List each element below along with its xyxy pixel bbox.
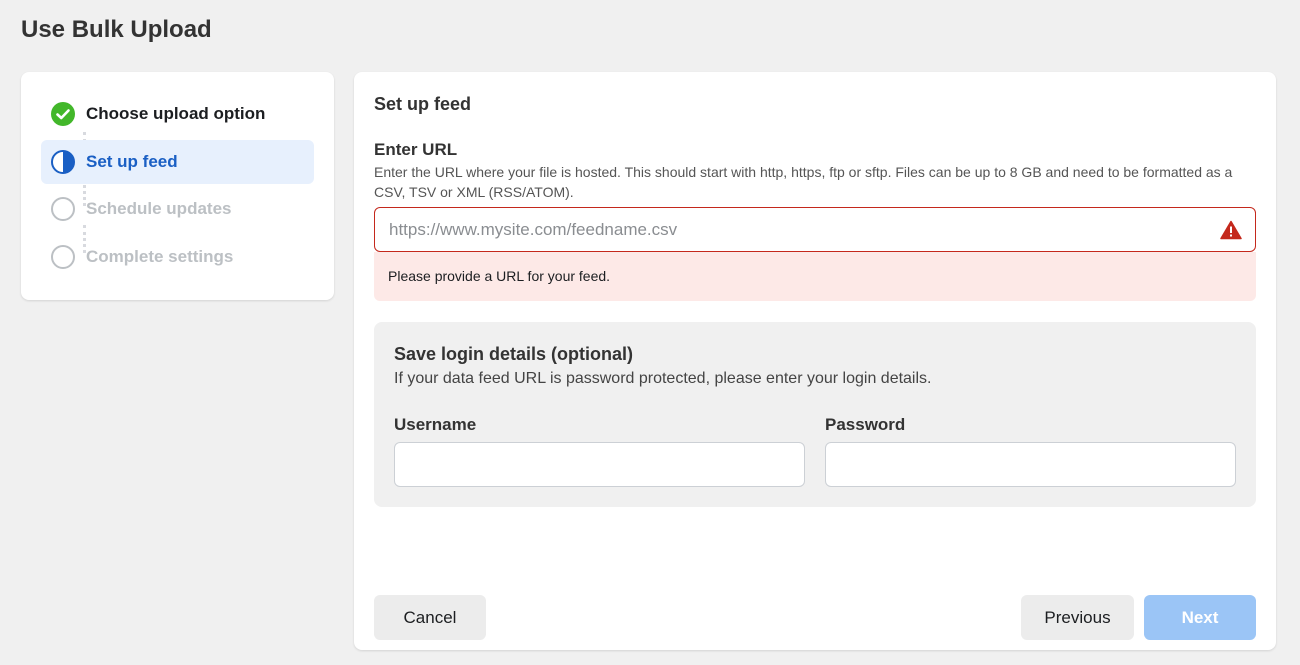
login-description: If your data feed URL is password protec… xyxy=(394,370,932,387)
page-title: Use Bulk Upload xyxy=(21,16,212,43)
step-complete-settings[interactable]: Complete settings xyxy=(41,235,314,279)
password-label: Password xyxy=(825,415,906,434)
url-help-text: Enter the URL where your file is hosted.… xyxy=(374,164,1233,200)
next-button[interactable]: Next xyxy=(1144,595,1256,640)
login-title: Save login details (optional) xyxy=(394,344,634,364)
check-circle-icon xyxy=(51,102,75,126)
username-input[interactable] xyxy=(394,442,805,487)
stepper-card: Choose upload option Set up feed Schedul… xyxy=(21,72,334,300)
section-title: Set up feed xyxy=(374,94,472,114)
empty-circle-icon xyxy=(51,245,75,269)
step-schedule-updates[interactable]: Schedule updates xyxy=(41,187,314,231)
url-error-message: Please provide a URL for your feed. xyxy=(374,252,1256,301)
url-field xyxy=(374,207,1256,252)
half-circle-icon xyxy=(51,150,75,174)
step-label: Set up feed xyxy=(86,152,178,171)
login-details-panel: Save login details (optional) If your da… xyxy=(374,322,1256,507)
cancel-button[interactable]: Cancel xyxy=(374,595,486,640)
step-label: Complete settings xyxy=(86,247,234,266)
warning-triangle-icon xyxy=(1220,220,1242,240)
password-input[interactable] xyxy=(825,442,1236,487)
url-input[interactable] xyxy=(375,208,1255,251)
step-choose-upload-option[interactable]: Choose upload option xyxy=(41,92,314,136)
step-label: Choose upload option xyxy=(86,104,266,123)
previous-button[interactable]: Previous xyxy=(1021,595,1134,640)
setup-feed-card: Set up feed Enter URL Enter the URL wher… xyxy=(354,72,1276,650)
step-label: Schedule updates xyxy=(86,199,232,218)
step-set-up-feed[interactable]: Set up feed xyxy=(41,140,314,184)
empty-circle-icon xyxy=(51,197,75,221)
username-label: Username xyxy=(394,415,477,434)
url-label: Enter URL xyxy=(374,140,458,159)
